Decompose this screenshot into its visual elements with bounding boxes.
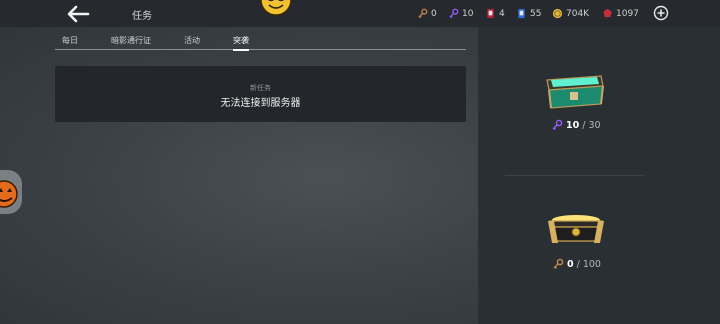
connection-error-message: 无法连接到服务器 [220,98,301,109]
progress-total: / 30 [582,119,601,131]
progress-current: 0 [567,258,574,270]
gold-chest-progress: 0 / 100 [552,258,601,270]
gold-coin-icon [552,8,563,19]
purple-key-icon [552,119,563,130]
resource-purple-key: 10 [448,8,473,19]
tab-raid[interactable]: 突袭 [233,35,249,51]
mascot-face-icon [260,0,292,16]
progress-total: / 100 [576,258,601,270]
page-title: 任务 [132,11,152,22]
mission-tabs: 每日 暗影通行证 活动 突袭 [55,33,466,51]
tab-daily[interactable]: 每日 [62,35,78,46]
jade-chest-progress: 10 / 30 [551,119,601,131]
bronze-key-icon [418,8,428,19]
mission-panel: 新任务 无法连接到服务器 [55,66,466,122]
resource-value: 704K [566,8,590,19]
resource-red-gem: 1097 [602,8,639,19]
resource-blue-card: 55 [516,8,541,19]
resource-value: 1097 [616,8,639,19]
resource-value: 55 [530,8,542,19]
tab-shadow-pass[interactable]: 暗影通行证 [111,35,151,46]
gold-chest-icon[interactable] [546,207,606,247]
resource-value: 0 [431,8,437,19]
back-arrow-icon[interactable] [64,4,92,24]
bronze-key-icon [553,258,564,269]
add-currency-button[interactable] [653,5,669,21]
jade-chest-icon[interactable] [543,70,605,110]
resource-bronze-key: 0 [417,8,437,19]
red-gem-icon [603,8,612,18]
red-card-icon [487,8,494,19]
tab-events[interactable]: 活动 [184,35,200,46]
panel-subtitle: 新任务 [250,84,271,92]
progress-current: 10 [566,119,580,131]
resource-value: 4 [499,8,505,19]
resource-gold-coin: 704K [552,8,589,19]
top-bar: 任务 0 10 4 55 704K 1097 [0,0,720,27]
divider [505,175,645,176]
purple-key-icon [449,8,459,19]
pumpkin-event-icon[interactable] [0,170,22,214]
resource-red-card: 4 [485,8,505,19]
resource-value: 10 [462,8,474,19]
blue-card-icon [518,8,525,19]
